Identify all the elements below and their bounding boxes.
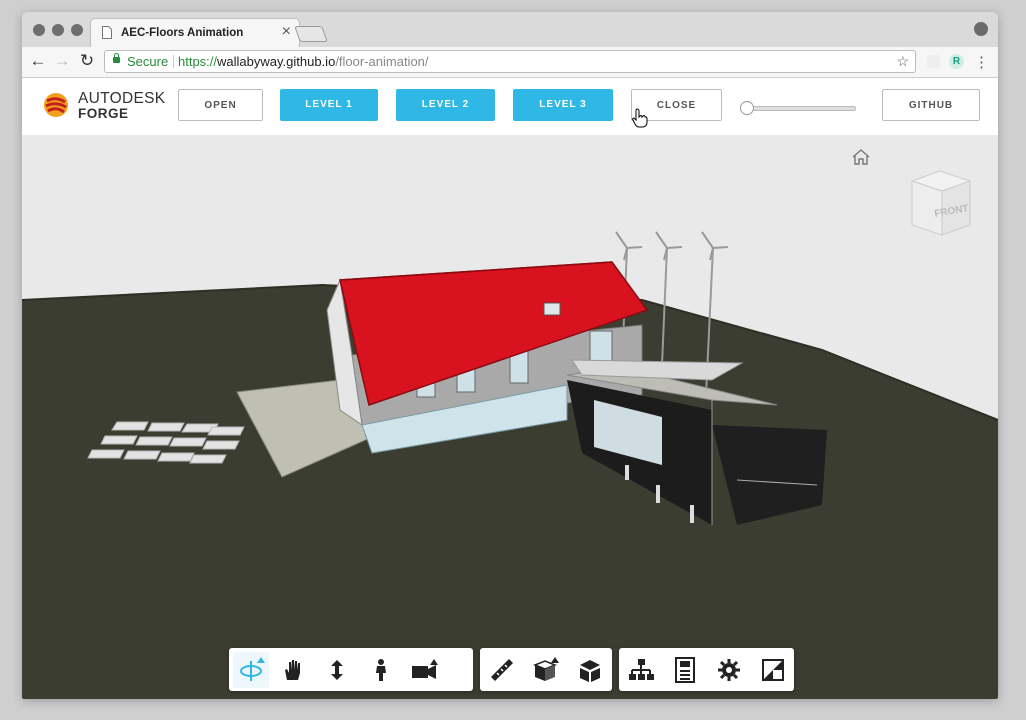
properties-icon: [675, 657, 695, 683]
address-bar[interactable]: Secure https://wallabyway.github.io/floo…: [104, 50, 916, 73]
forward-icon[interactable]: →: [52, 51, 72, 71]
browser-tab[interactable]: AEC-Floors Animation ×: [90, 18, 300, 48]
orbit-icon: [240, 657, 265, 681]
settings-tool[interactable]: [711, 652, 747, 688]
section-icon: [532, 657, 559, 681]
bookmark-star-icon[interactable]: ☆: [896, 51, 909, 72]
explode-icon: [580, 660, 600, 682]
back-icon[interactable]: ←: [28, 51, 48, 71]
github-button[interactable]: GITHUB: [882, 89, 980, 121]
dolly-tool[interactable]: [319, 652, 355, 688]
window-zoom-dot[interactable]: [71, 24, 83, 36]
orbit-tool[interactable]: [233, 652, 269, 688]
reload-icon[interactable]: ↻: [77, 51, 97, 71]
home-icon[interactable]: [852, 149, 870, 165]
new-tab-button[interactable]: [294, 26, 328, 42]
page-icon: [102, 26, 112, 39]
tab-close-icon[interactable]: ×: [282, 23, 291, 41]
properties-tool[interactable]: [667, 652, 703, 688]
extension-icon[interactable]: [927, 55, 940, 68]
url-text: https://wallabyway.github.io/floor-anima…: [178, 51, 429, 72]
level-1-button[interactable]: LEVEL 1: [280, 89, 378, 121]
autodesk-logo-icon: [44, 93, 68, 117]
explode-tool[interactable]: [572, 652, 608, 688]
window-minimize-dot[interactable]: [52, 24, 64, 36]
fullscreen-tool[interactable]: [755, 652, 791, 688]
lock-icon: [113, 53, 120, 63]
camera-icon: [412, 659, 438, 679]
browser-window: AEC-Floors Animation × ← → ↻ Secure http…: [22, 12, 998, 699]
explode-slider-track[interactable]: [744, 106, 856, 111]
level-3-button[interactable]: LEVEL 3: [513, 89, 613, 121]
dolly-icon: [331, 660, 343, 680]
modeling-toolbar: [480, 648, 612, 691]
measure-tool[interactable]: [484, 652, 520, 688]
level-2-button[interactable]: LEVEL 2: [396, 89, 495, 121]
explode-slider-thumb[interactable]: [740, 101, 754, 115]
app-header: AUTODESK FORGE OPEN LEVEL 1 LEVEL 2 LEVE…: [22, 78, 998, 135]
navigation-toolbar: [229, 648, 473, 691]
url-scheme: https://: [178, 54, 218, 69]
tab-strip: AEC-Floors Animation ×: [22, 12, 998, 48]
first-person-icon: [376, 659, 386, 681]
url-path: /floor-animation/: [335, 54, 429, 69]
pan-icon: [285, 660, 300, 680]
hand-cursor-icon: [632, 108, 648, 128]
viewcube-icon[interactable]: FRONT: [904, 163, 976, 247]
r-extension-icon[interactable]: R: [949, 54, 964, 69]
profile-icon[interactable]: [974, 22, 988, 36]
tab-title: AEC-Floors Animation: [121, 27, 244, 39]
model-browser-tool[interactable]: [623, 652, 659, 688]
model-browser-icon: [629, 659, 654, 680]
settings-icon: [718, 659, 740, 681]
settings-toolbar: [619, 648, 794, 691]
3d-house-model[interactable]: [22, 135, 998, 699]
measure-icon: [491, 659, 513, 681]
3d-viewer[interactable]: FRONT: [22, 135, 998, 699]
window-close-dot[interactable]: [33, 24, 45, 36]
secure-label: Secure: [127, 54, 169, 69]
pan-tool[interactable]: [275, 652, 311, 688]
first-person-tool[interactable]: [363, 652, 399, 688]
logo-forge-text: FORGE: [78, 106, 129, 121]
browser-toolbar: ← → ↻ Secure https://wallabyway.github.i…: [22, 47, 998, 78]
camera-tool[interactable]: [407, 652, 443, 688]
open-button[interactable]: OPEN: [178, 89, 263, 121]
section-tool[interactable]: [528, 652, 564, 688]
url-host: wallabyway.github.io: [217, 54, 336, 69]
address-separator: [173, 55, 174, 68]
browser-menu-icon[interactable]: ⋮: [974, 53, 989, 71]
fullscreen-icon: [762, 659, 784, 681]
